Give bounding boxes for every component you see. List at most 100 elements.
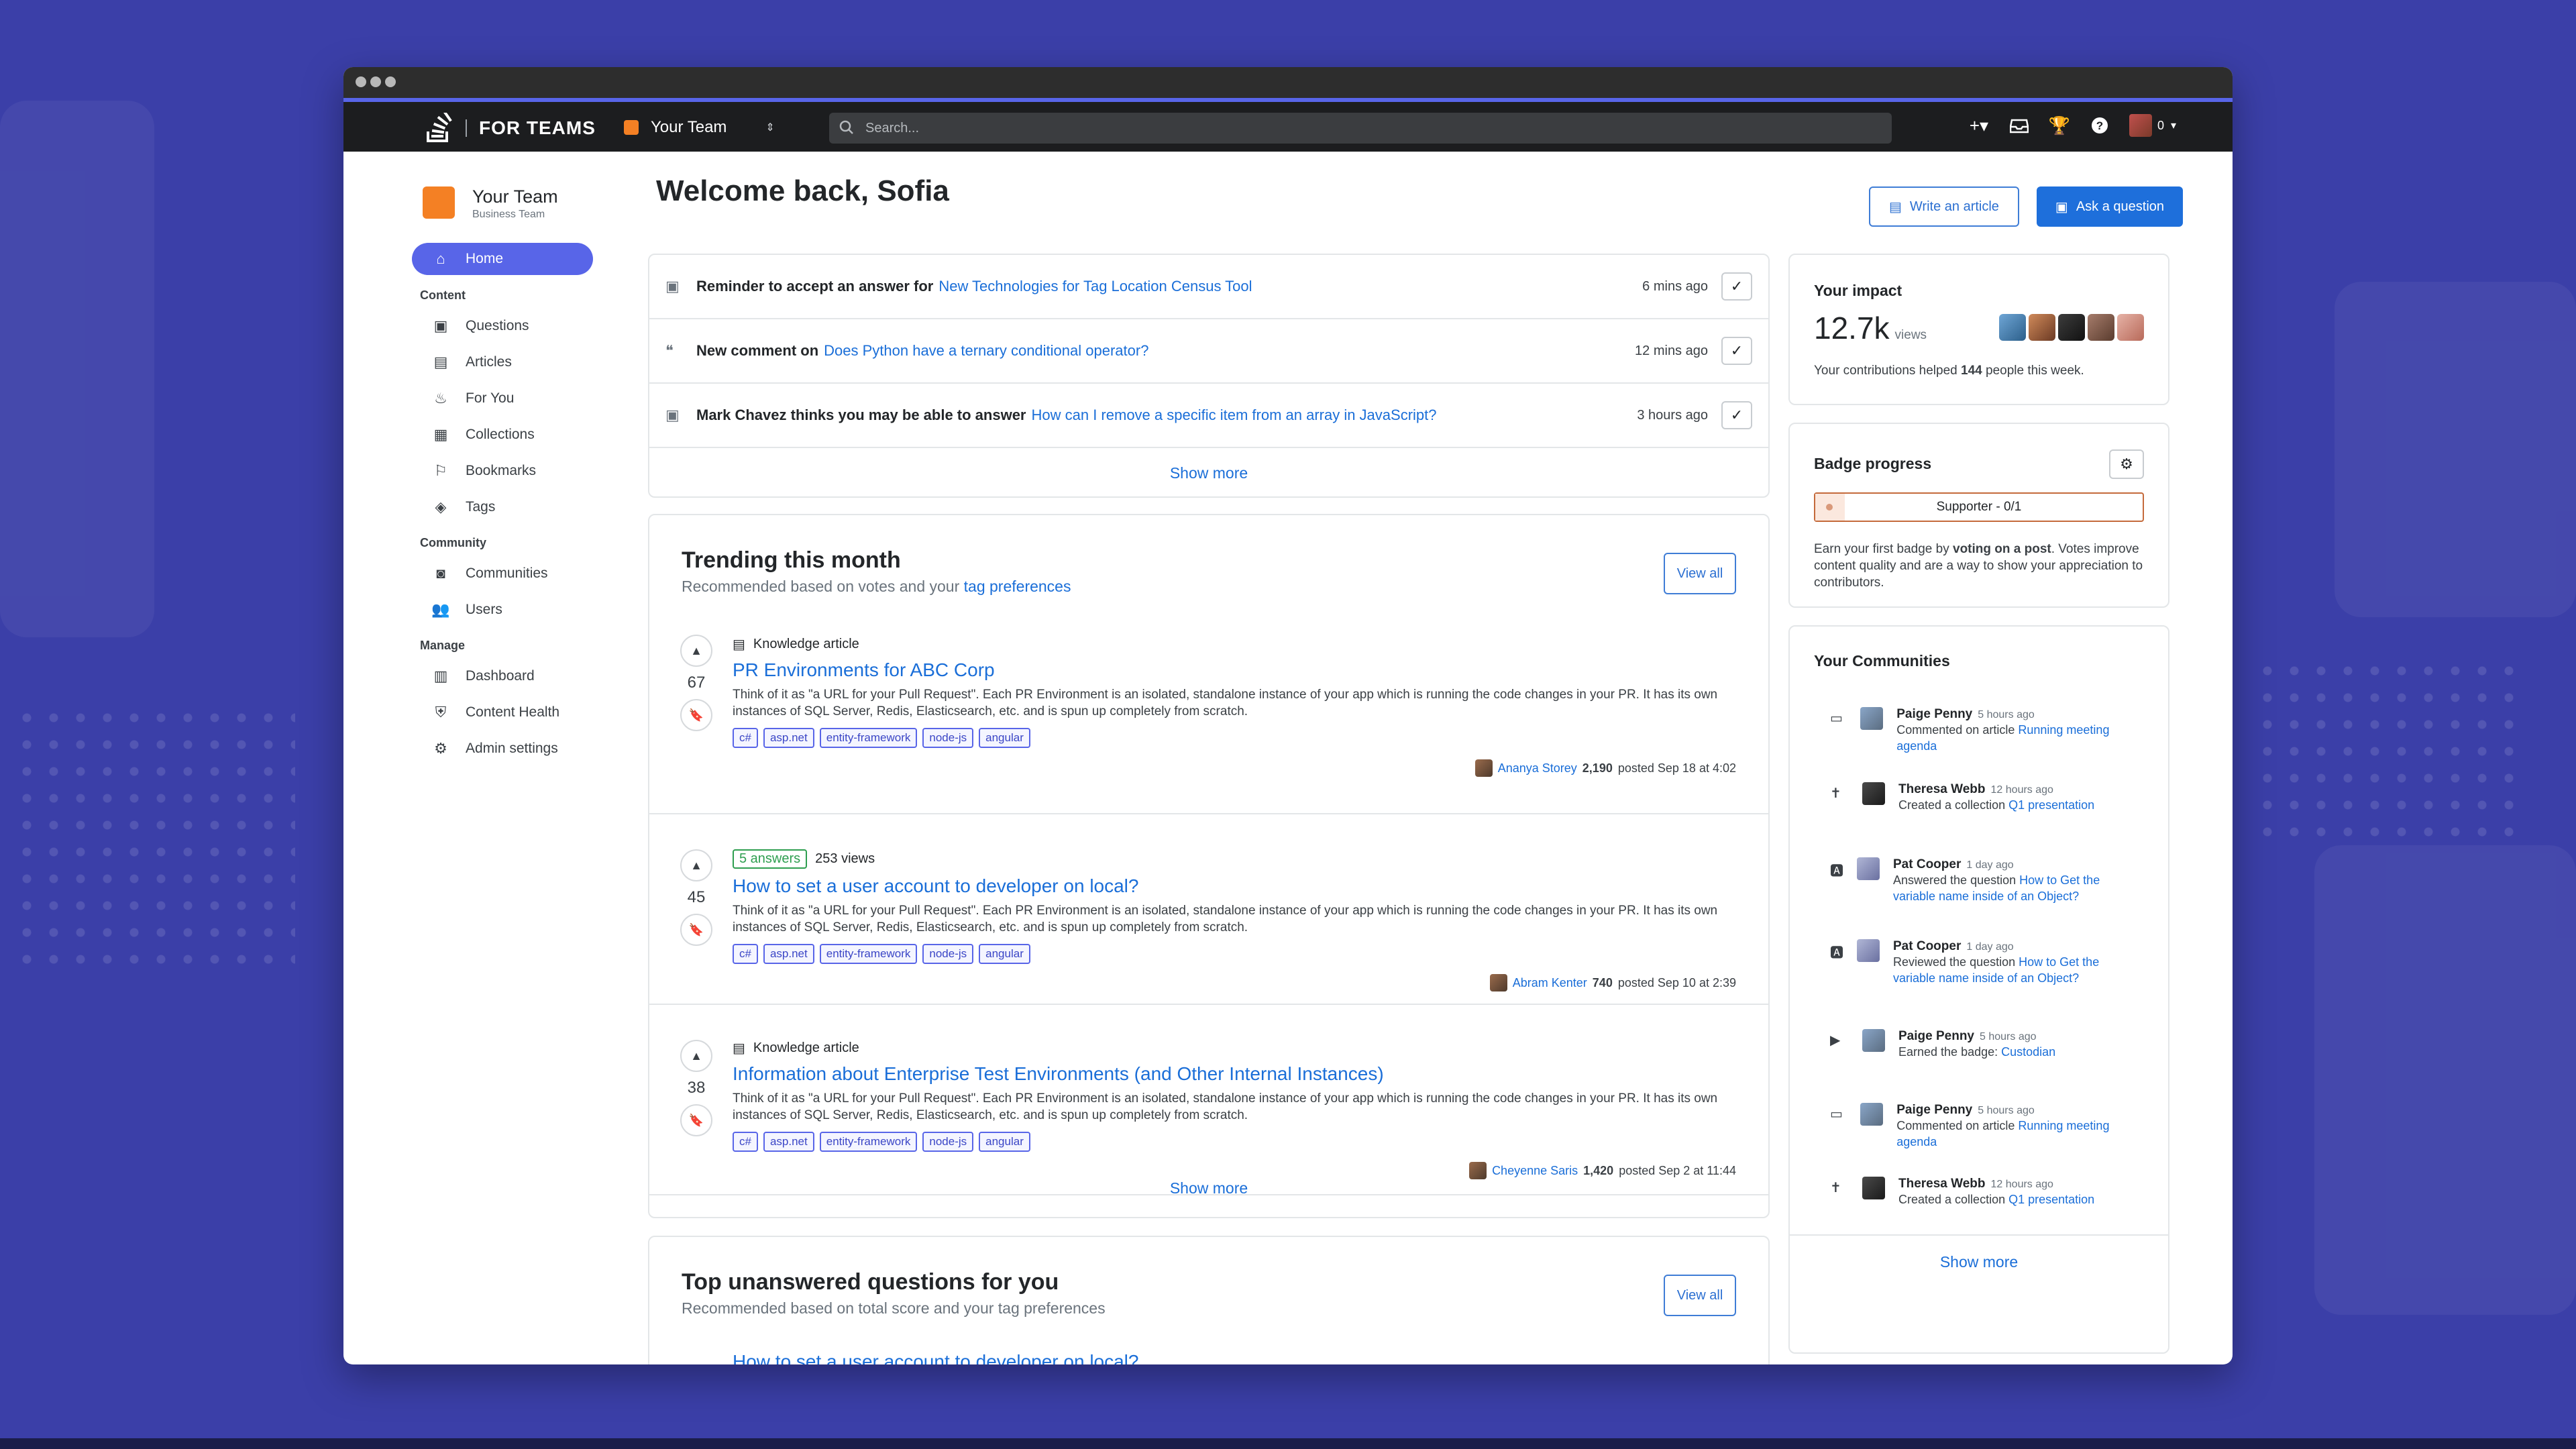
post-title[interactable]: How to set a user account to developer o…	[733, 1351, 1138, 1364]
upvote-icon[interactable]: ▲	[680, 849, 712, 881]
activity-item[interactable]: ▶ Paige Penny 5 hours ago Earned the badg…	[1830, 1029, 2128, 1060]
avatar[interactable]	[1860, 1103, 1884, 1126]
check-icon[interactable]: ✓	[1721, 401, 1752, 429]
tag[interactable]: angular	[979, 1132, 1030, 1152]
avatar[interactable]	[1862, 1029, 1885, 1052]
team-card[interactable]: Your Team Business Team	[423, 186, 558, 221]
activity-link[interactable]: Q1 presentation	[2008, 1193, 2094, 1206]
tag[interactable]: c#	[733, 944, 758, 964]
tag[interactable]: angular	[979, 944, 1030, 964]
upvote-icon[interactable]: ▲	[680, 635, 712, 667]
activity-user[interactable]: Paige Penny	[1898, 1029, 1974, 1043]
tag[interactable]: c#	[733, 728, 758, 748]
bookmark-icon[interactable]: 🔖	[680, 1104, 712, 1136]
activity-item[interactable]: 🅰 Pat Cooper 1 day ago Answered the quest…	[1830, 857, 2128, 904]
post-title[interactable]: PR Environments for ABC Corp	[733, 659, 1736, 681]
sidebar-item-home[interactable]: ⌂ Home	[412, 243, 593, 275]
notification-link[interactable]: Does Python have a ternary conditional o…	[824, 342, 1148, 360]
post-title[interactable]: How to set a user account to developer o…	[733, 875, 1736, 897]
avatar[interactable]	[1860, 707, 1884, 730]
search-input[interactable]: Search...	[829, 113, 1892, 144]
activity-item[interactable]: ✝ Theresa Webb 12 hours ago Created a col…	[1830, 782, 2128, 813]
sidebar-item-for-you[interactable]: ♨ For You	[412, 380, 593, 417]
tag[interactable]: asp.net	[763, 1132, 814, 1152]
sidebar-item-users[interactable]: 👥 Users	[412, 592, 593, 628]
window-dot[interactable]	[385, 76, 396, 87]
activity-user[interactable]: Paige Penny	[1896, 1103, 1972, 1117]
communities-show-more[interactable]: Show more	[1790, 1253, 2168, 1271]
notifications-show-more[interactable]: Show more	[649, 464, 1768, 482]
tag[interactable]: entity-framework	[819, 944, 918, 964]
sidebar-item-tags[interactable]: ◈ Tags	[412, 489, 593, 525]
window-dot[interactable]	[370, 76, 381, 87]
sidebar-item-content-health[interactable]: ⛨ Content Health	[412, 694, 593, 731]
tag[interactable]: entity-framework	[819, 1132, 918, 1152]
avatar[interactable]	[2029, 314, 2055, 341]
avatar[interactable]	[1857, 939, 1880, 962]
notification-link[interactable]: How can I remove a specific item from an…	[1032, 407, 1437, 424]
avatar[interactable]	[2088, 314, 2114, 341]
sidebar-item-dashboard[interactable]: ▥ Dashboard	[412, 658, 593, 694]
activity-link[interactable]: Q1 presentation	[2008, 798, 2094, 812]
check-icon[interactable]: ✓	[1721, 272, 1752, 301]
activity-user[interactable]: Paige Penny	[1896, 707, 1972, 721]
bookmark-icon[interactable]: 🔖	[680, 914, 712, 946]
activity-user[interactable]: Pat Cooper	[1893, 857, 1961, 871]
author-avatar[interactable]	[1469, 1162, 1487, 1179]
tag[interactable]: node-js	[922, 1132, 974, 1152]
tag[interactable]: asp.net	[763, 728, 814, 748]
chevron-down-icon[interactable]: ▾	[2171, 119, 2176, 132]
team-switcher[interactable]: Your Team ⇕	[624, 118, 775, 137]
sidebar-item-questions[interactable]: ▣ Questions	[412, 308, 593, 344]
avatar[interactable]	[1862, 782, 1885, 805]
window-dot[interactable]	[356, 76, 366, 87]
tag-preferences-link[interactable]: tag preferences	[964, 578, 1071, 595]
trending-show-more[interactable]: Show more	[649, 1179, 1768, 1197]
gear-icon[interactable]: ⚙	[2109, 449, 2144, 479]
activity-item[interactable]: ▭ Paige Penny 5 hours ago Commented on ar…	[1830, 1103, 2128, 1150]
avatar[interactable]	[2058, 314, 2085, 341]
author-name[interactable]: Ananya Storey	[1498, 761, 1577, 775]
activity-link[interactable]: Custodian	[2001, 1045, 2055, 1059]
sidebar-item-communities[interactable]: ◙ Communities	[412, 555, 593, 592]
author-name[interactable]: Abram Kenter	[1513, 976, 1587, 990]
notification-link[interactable]: New Technologies for Tag Location Census…	[938, 278, 1252, 295]
author-name[interactable]: Cheyenne Saris	[1492, 1164, 1578, 1178]
notification-row[interactable]: ❝ New comment on Does Python have a tern…	[649, 319, 1768, 384]
sidebar-item-bookmarks[interactable]: ⚐ Bookmarks	[412, 453, 593, 489]
activity-item[interactable]: ✝ Theresa Webb 12 hours ago Created a col…	[1830, 1177, 2128, 1208]
brand[interactable]: FOR TEAMS	[424, 113, 596, 144]
write-article-button[interactable]: ▤ Write an article	[1869, 186, 2019, 227]
activity-user[interactable]: Pat Cooper	[1893, 939, 1961, 953]
author-avatar[interactable]	[1489, 974, 1507, 991]
bookmark-icon[interactable]: 🔖	[680, 699, 712, 731]
tag[interactable]: entity-framework	[819, 728, 918, 748]
sidebar-item-admin-settings[interactable]: ⚙ Admin settings	[412, 731, 593, 767]
avatar[interactable]	[1999, 314, 2026, 341]
author-avatar[interactable]	[1474, 759, 1493, 777]
activity-item[interactable]: 🅰 Pat Cooper 1 day ago Reviewed the quest…	[1830, 939, 2128, 986]
create-plus-icon[interactable]: +▾	[1968, 115, 1990, 136]
trending-view-all-button[interactable]: View all	[1664, 553, 1736, 594]
tag[interactable]: node-js	[922, 944, 974, 964]
avatar[interactable]	[1862, 1177, 1885, 1199]
check-icon[interactable]: ✓	[1721, 337, 1752, 365]
tag[interactable]: c#	[733, 1132, 758, 1152]
activity-item[interactable]: ▭ Paige Penny 5 hours ago Commented on ar…	[1830, 707, 2128, 754]
user-avatar[interactable]	[2129, 114, 2152, 137]
ask-question-button[interactable]: ▣ Ask a question	[2036, 186, 2184, 227]
upvote-icon[interactable]: ▲	[680, 1040, 712, 1072]
inbox-icon[interactable]	[2008, 115, 2030, 136]
activity-user[interactable]: Theresa Webb	[1898, 1177, 1986, 1191]
sidebar-item-collections[interactable]: ▦ Collections	[412, 417, 593, 453]
unanswered-view-all-button[interactable]: View all	[1664, 1275, 1736, 1316]
avatar[interactable]	[1857, 857, 1880, 880]
notification-row[interactable]: ▣ Mark Chavez thinks you may be able to …	[649, 384, 1768, 448]
sidebar-item-articles[interactable]: ▤ Articles	[412, 344, 593, 380]
tag[interactable]: node-js	[922, 728, 974, 748]
tag[interactable]: asp.net	[763, 944, 814, 964]
help-icon[interactable]: ?	[2089, 115, 2110, 136]
avatar[interactable]	[2117, 314, 2144, 341]
post-title[interactable]: Information about Enterprise Test Enviro…	[733, 1063, 1736, 1085]
trophy-icon[interactable]: 🏆	[2049, 115, 2070, 136]
